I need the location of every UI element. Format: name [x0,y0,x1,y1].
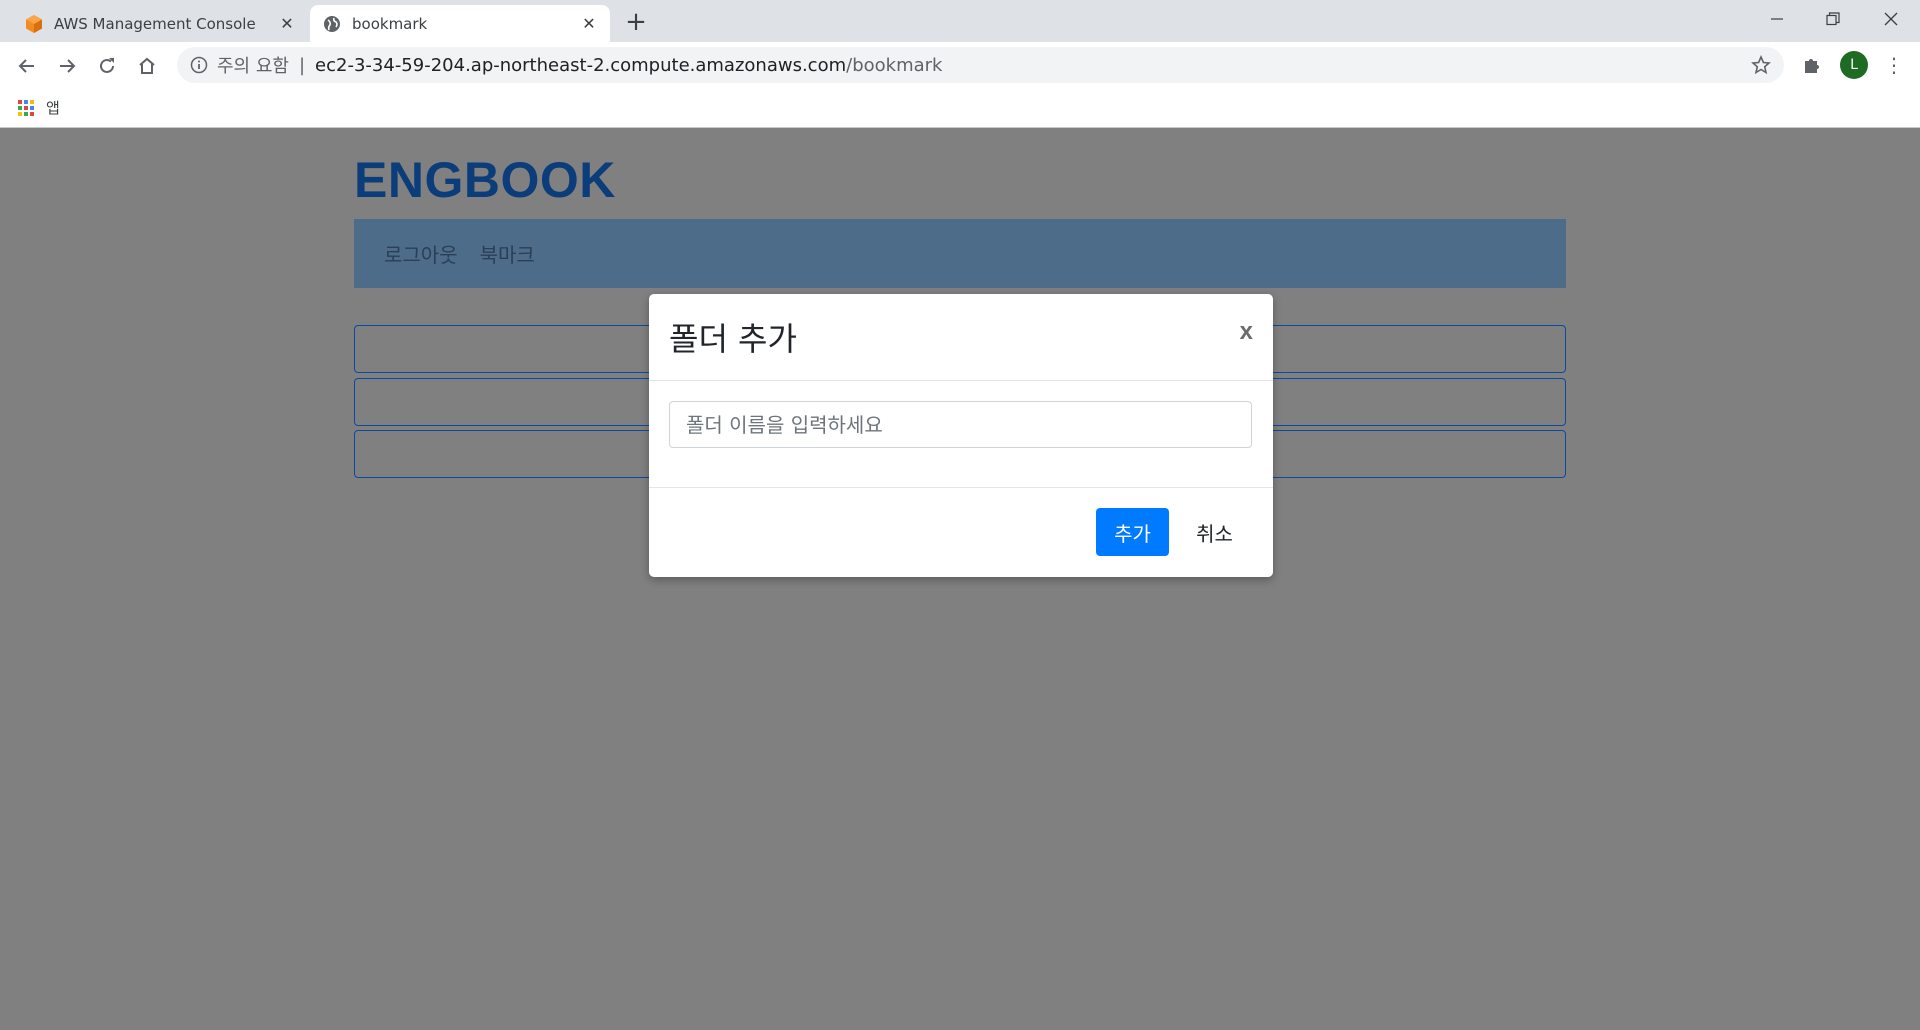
info-icon[interactable] [189,55,209,75]
bookmark-star-icon[interactable] [1750,54,1772,76]
url-path: /bookmark [846,54,943,76]
home-icon[interactable] [132,51,162,81]
modal-title: 폴더 추가 [669,320,797,358]
close-icon[interactable]: ✕ [578,13,600,35]
apps-label: 앱 [46,99,60,117]
url-host: ec2-3-34-59-204.ap-northeast-2.compute.a… [315,54,847,76]
modal-header: 폴더 추가 x [649,294,1273,381]
apps-grid-icon [18,99,34,116]
tab-aws-console[interactable]: AWS Management Console ✕ [12,5,308,42]
more-vertical-icon[interactable]: ⋮ [1880,51,1908,79]
restore-icon[interactable] [1805,0,1861,38]
add-button[interactable]: 추가 [1096,508,1169,556]
minimize-icon[interactable] [1749,0,1805,38]
tab-strip: AWS Management Console ✕ bookmark ✕ + [0,0,1920,42]
extensions-puzzle-icon[interactable] [1799,52,1825,78]
cancel-button[interactable]: 취소 [1178,508,1251,556]
forward-arrow-icon[interactable] [52,51,82,81]
tab-title: bookmark [352,14,428,33]
browser-toolbar: 주의 요함 | ec2-3-34-59-204.ap-northeast-2.c… [0,42,1920,88]
tab-title: AWS Management Console [54,14,256,33]
modal-backdrop[interactable] [0,129,1920,1030]
modal-close-button[interactable]: x [1240,318,1253,346]
folder-name-input[interactable] [669,401,1252,448]
address-separator: | [298,54,306,76]
close-icon[interactable]: ✕ [276,13,298,35]
reload-icon[interactable] [92,51,122,81]
new-tab-button[interactable]: + [622,7,650,37]
tab-bookmark[interactable]: bookmark ✕ [310,5,610,42]
add-folder-modal: 폴더 추가 x 추가 취소 [649,294,1273,577]
close-window-icon[interactable] [1863,0,1919,38]
bookmarks-bar: 앱 [0,88,1920,128]
globe-icon [322,14,342,34]
aws-cube-icon [24,14,44,34]
security-warning: 주의 요함 [217,56,289,77]
profile-avatar[interactable]: L [1840,51,1868,79]
modal-body [649,381,1273,488]
address-bar[interactable]: 주의 요함 | ec2-3-34-59-204.ap-northeast-2.c… [177,47,1784,83]
apps-shortcut[interactable]: 앱 [18,97,60,118]
modal-footer: 추가 취소 [649,488,1273,576]
page-content: ENGBOOK 로그아웃 북마크 편집 폴더 추가 x 추가 취소 [0,129,1920,1030]
back-arrow-icon[interactable] [12,51,42,81]
